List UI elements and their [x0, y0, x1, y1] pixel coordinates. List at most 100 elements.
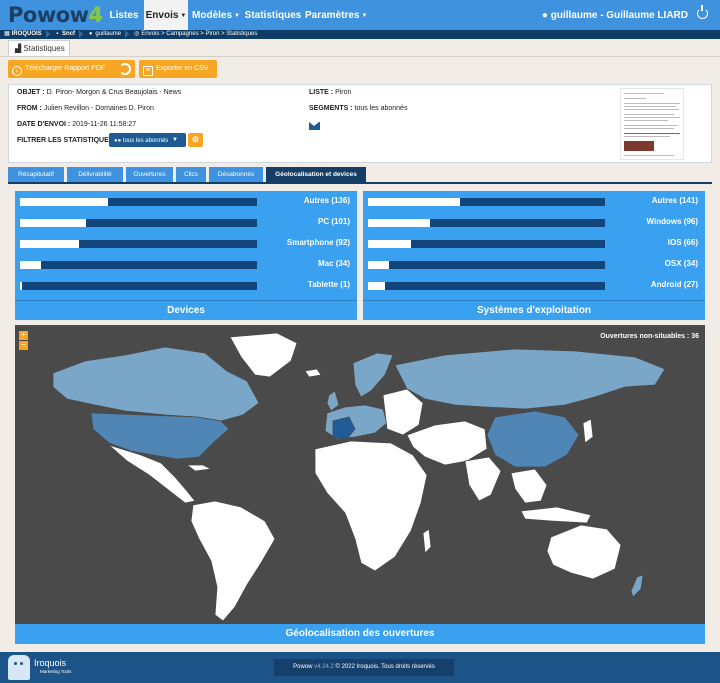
os-row: Windows (96)	[368, 217, 698, 227]
export-csv-button[interactable]: ≡ Exporter en CSV	[139, 60, 217, 78]
device-bar	[20, 219, 87, 227]
iroquois-logo-icon[interactable]	[8, 655, 30, 680]
globe-icon: ◎	[134, 31, 140, 37]
user-menu[interactable]: ● guillaume - Guillaume LIARD	[542, 0, 688, 30]
button-label: Exporter en CSV	[156, 65, 209, 72]
user-icon: ●	[88, 31, 93, 37]
tab-recapitulatif[interactable]: Récapitulatif	[8, 167, 64, 182]
map-country	[582, 418, 594, 444]
envelope-icon[interactable]	[309, 122, 320, 130]
breadcrumb-path[interactable]: ◎ Envois > Campagnes > Piron > Statistiq…	[134, 30, 257, 39]
device-row: Tablette (1)	[20, 280, 350, 290]
device-bar	[20, 198, 108, 206]
zoom-out-button[interactable]: −	[19, 341, 28, 350]
powow-logo[interactable]: Powow4	[8, 3, 103, 27]
map-country	[546, 524, 622, 580]
breadcrumb-user[interactable]: ● guillaume	[88, 30, 121, 39]
map-country	[464, 456, 502, 502]
nav-label: Paramètres	[305, 10, 360, 21]
breadcrumb-account[interactable]: ▦ IROQUOIS	[4, 30, 42, 39]
os-bar	[368, 261, 390, 269]
file-icon: ≡	[143, 66, 153, 76]
refresh-icon[interactable]	[119, 63, 131, 75]
filter-dropdown[interactable]: ●● tous les abonnés ▼	[109, 133, 186, 147]
breadcrumb: ▦ IROQUOIS ▪ Sncf ● guillaume ◎ Envois >…	[0, 30, 720, 39]
date-line: DATE D'ENVOI : 2019-11-26 11:58:27	[17, 121, 137, 128]
devices-panel: Autres (136) PC (101) Smartphone (92) Ma…	[15, 191, 357, 320]
caret-down-icon: ▼	[361, 13, 368, 19]
user-icon: ●	[541, 10, 548, 21]
filter-value: tous les abonnés	[122, 138, 169, 144]
map-country	[314, 440, 428, 572]
nav-label: Modèles	[192, 10, 233, 21]
footer: Iroquois Marketing Tools Powow v4.24.2 ©…	[0, 652, 720, 683]
os-label: Autres (141)	[651, 196, 698, 205]
liste-line: LISTE : Piron	[309, 89, 352, 96]
tab-geolocalisation[interactable]: Géolocalisation et devices	[266, 167, 366, 182]
breadcrumb-separator-icon	[45, 30, 50, 38]
os-bar	[368, 198, 461, 206]
tab-desabonnes[interactable]: Désabonnés	[209, 167, 263, 182]
filter-add-button[interactable]: ⚙	[188, 133, 203, 147]
tab-ouvertures[interactable]: Ouvertures	[126, 167, 173, 182]
download-pdf-button[interactable]: ↓ Télécharger Rapport PDF	[8, 60, 135, 78]
segments-line: SEGMENTS : tous les abonnés	[309, 105, 408, 112]
divider	[0, 56, 720, 57]
breadcrumb-separator-icon	[79, 30, 84, 38]
users-icon: ●●	[114, 138, 122, 144]
nav-label: Envois	[145, 10, 179, 21]
nav-listes[interactable]: Listes	[105, 0, 143, 30]
map-country	[406, 420, 488, 466]
tab-delivrabilite[interactable]: Délivrabilité	[67, 167, 123, 182]
top-navbar: Powow4 Listes Envois ▼ Modèles ▼ Statistiq…	[0, 0, 720, 30]
map-country	[190, 500, 276, 622]
device-label: Smartphone (92)	[286, 238, 350, 247]
nav-envois[interactable]: Envois ▼	[144, 0, 188, 30]
os-panel: Autres (141) Windows (96) IOS (66) OSX (…	[363, 191, 705, 320]
breadcrumb-org[interactable]: ▪ Sncf	[54, 30, 75, 39]
caret-down-icon: ▼	[171, 137, 178, 143]
power-icon[interactable]	[697, 5, 708, 19]
org-icon: ▪	[56, 31, 59, 37]
device-row: Autres (136)	[20, 196, 350, 206]
world-map[interactable]: + − Ouvertures non-situables : 36	[15, 325, 705, 624]
nav-label: Statistiques	[244, 10, 302, 21]
tab-statistiques[interactable]: ▟ Statistiques	[8, 40, 70, 56]
os-row: Autres (141)	[368, 196, 698, 206]
os-row: OSX (34)	[368, 259, 698, 269]
map-country	[520, 506, 592, 524]
filter-label: FILTRER LES STATISTIQUES :	[17, 137, 118, 144]
map-country	[630, 574, 644, 598]
os-row: IOS (66)	[368, 238, 698, 248]
device-label: Autres (136)	[303, 196, 350, 205]
campaign-info-panel: OBJET : D. Piron- Morgon & Crus Beaujola…	[8, 84, 712, 163]
non-situable-count: Ouvertures non-situables : 36	[600, 333, 699, 340]
email-preview-thumbnail[interactable]	[620, 88, 684, 160]
caret-down-icon: ▼	[180, 13, 187, 19]
footer-brand: Iroquois	[34, 658, 67, 668]
os-label: OSX (34)	[664, 259, 698, 268]
zoom-in-button[interactable]: +	[19, 331, 28, 340]
map-title: Géolocalisation des ouvertures	[285, 628, 435, 639]
footer-brand-sub: Marketing Tools	[40, 669, 72, 674]
map-country	[304, 368, 322, 378]
os-label: IOS (66)	[667, 238, 698, 247]
breadcrumb-separator-icon	[125, 30, 130, 38]
nav-label: Listes	[109, 10, 139, 21]
nav-modeles[interactable]: Modèles ▼	[189, 0, 243, 30]
nav-parametres[interactable]: Paramètres ▼	[305, 0, 367, 30]
tab-clics[interactable]: Clics	[176, 167, 206, 182]
from-line: FROM : Julien Revillon - Domaines D. Pir…	[17, 105, 154, 112]
nav-statistiques[interactable]: Statistiques	[244, 0, 302, 30]
geolocation-panel: + − Ouvertures non-situables : 36 Géoloc…	[15, 325, 705, 644]
device-row: Mac (34)	[20, 259, 350, 269]
map-country	[185, 464, 213, 472]
device-row: PC (101)	[20, 217, 350, 227]
map-country	[352, 352, 394, 398]
map-country	[510, 468, 548, 504]
tab-label: Statistiques	[23, 44, 65, 53]
divider	[8, 182, 712, 184]
map-country	[229, 332, 298, 378]
device-label: Mac (34)	[317, 259, 350, 268]
devices-title: Devices	[15, 300, 357, 320]
